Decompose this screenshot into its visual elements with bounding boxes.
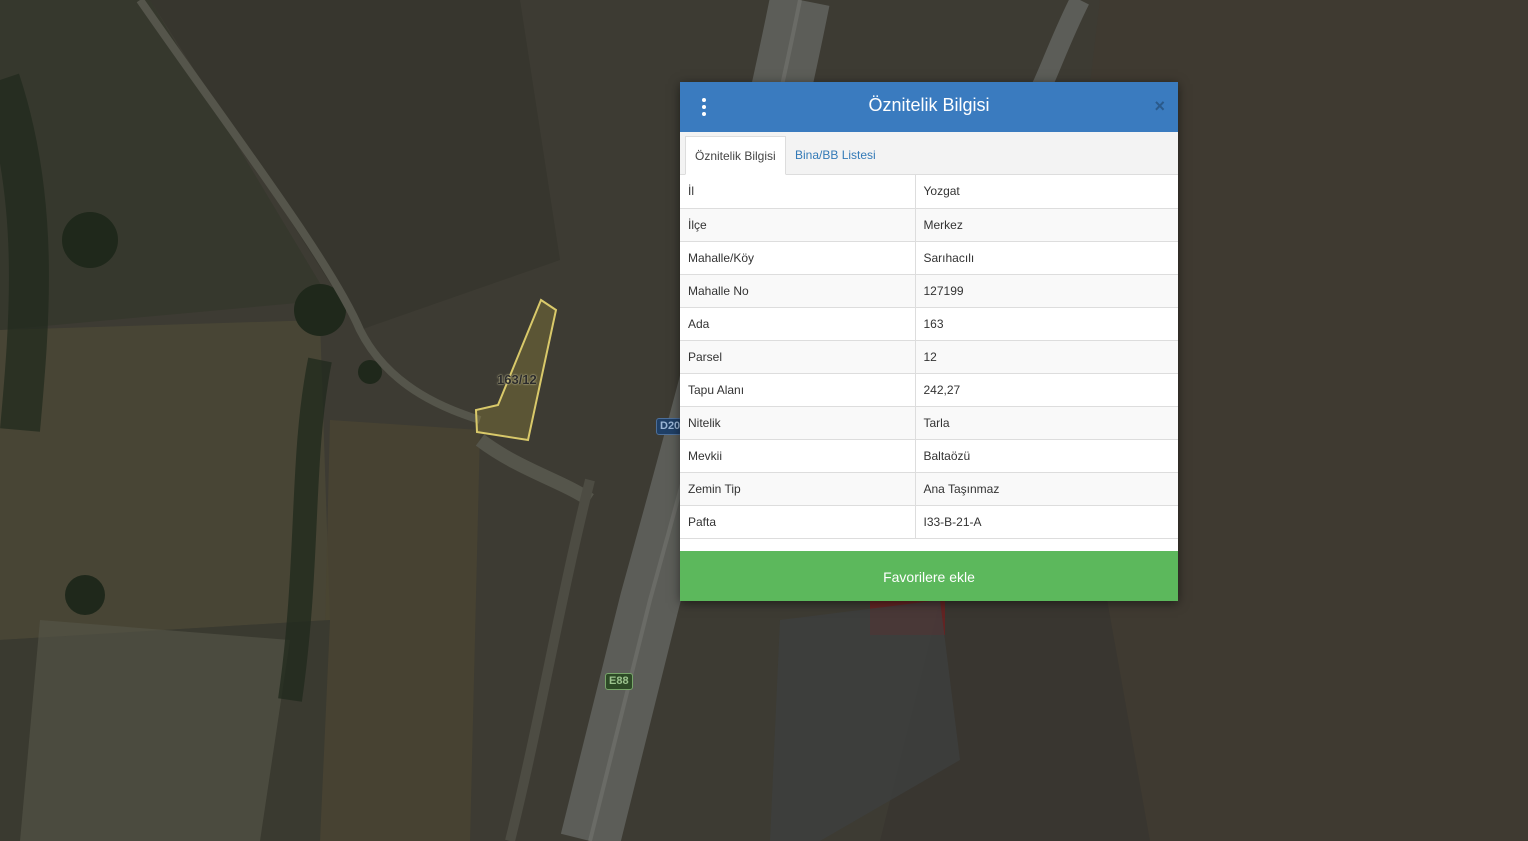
row-value: Tarla	[915, 406, 1178, 440]
row-value: 242,27	[915, 373, 1178, 407]
table-row: Parsel 12	[680, 340, 1178, 374]
road-badge-d200: D200	[656, 418, 682, 435]
table-row: İl Yozgat	[680, 175, 1178, 209]
add-to-favorites-button[interactable]: Favorilere ekle	[680, 551, 1178, 601]
attribute-table: İl Yozgat İlçe Merkez Mahalle/Köy Sarıha…	[680, 175, 1178, 539]
row-value: Baltaözü	[915, 439, 1178, 473]
dialog-title: Öznitelik Bilgisi	[868, 95, 990, 115]
row-value: Merkez	[915, 208, 1178, 242]
tab-bar: Öznitelik Bilgisi Bina/BB Listesi	[680, 132, 1178, 175]
table-row: Ada 163	[680, 307, 1178, 341]
row-key: Ada	[680, 307, 916, 341]
row-key: Nitelik	[680, 406, 916, 440]
table-row: Mahalle No 127199	[680, 274, 1178, 308]
tab-attribute-info[interactable]: Öznitelik Bilgisi	[685, 136, 786, 175]
row-key: İl	[680, 175, 916, 209]
row-key: İlçe	[680, 208, 916, 242]
tab-building-list[interactable]: Bina/BB Listesi	[786, 136, 885, 174]
dialog-header: Öznitelik Bilgisi ×	[680, 82, 1178, 132]
row-value: Ana Taşınmaz	[915, 472, 1178, 506]
table-row: Tapu Alanı 242,27	[680, 373, 1178, 407]
table-row: Mahalle/Köy Sarıhacılı	[680, 241, 1178, 275]
row-key: Zemin Tip	[680, 472, 916, 506]
table-row: İlçe Merkez	[680, 208, 1178, 242]
row-value: 127199	[915, 274, 1178, 308]
row-key: Mahalle No	[680, 274, 916, 308]
row-value: Sarıhacılı	[915, 241, 1178, 275]
row-value: 12	[915, 340, 1178, 374]
row-value: I33-B-21-A	[915, 505, 1178, 539]
attribute-dialog: Öznitelik Bilgisi × Öznitelik Bilgisi Bi…	[680, 82, 1178, 601]
table-row: Nitelik Tarla	[680, 406, 1178, 440]
table-row: Mevkii Baltaözü	[680, 439, 1178, 473]
row-key: Mevkii	[680, 439, 916, 473]
table-row: Zemin Tip Ana Taşınmaz	[680, 472, 1178, 506]
parcel-label: 163/12	[497, 372, 537, 387]
road-badge-e88: E88	[605, 673, 633, 690]
table-row: Pafta I33-B-21-A	[680, 505, 1178, 539]
row-key: Tapu Alanı	[680, 373, 916, 407]
row-value: Yozgat	[915, 175, 1178, 209]
close-icon[interactable]: ×	[1154, 97, 1165, 115]
row-value: 163	[915, 307, 1178, 341]
row-key: Mahalle/Köy	[680, 241, 916, 275]
row-key: Pafta	[680, 505, 916, 539]
row-key: Parsel	[680, 340, 916, 374]
